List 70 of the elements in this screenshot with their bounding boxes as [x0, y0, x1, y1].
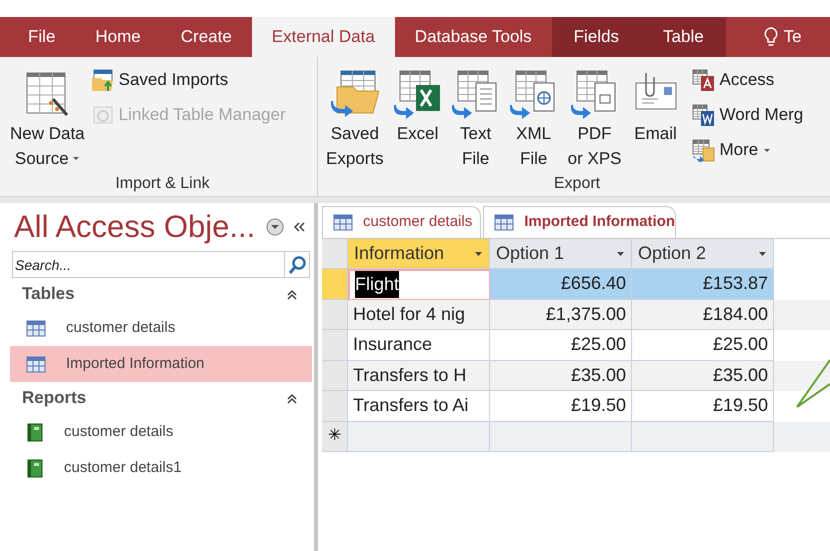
ribbon-tab[interactable]: Te [726, 17, 822, 57]
caret-icon [474, 250, 483, 258]
collapse-pane-icon [292, 220, 306, 234]
document-tab[interactable]: customer details [322, 206, 482, 238]
navigation-item[interactable]: customer details [10, 310, 312, 346]
new-record-cell[interactable] [348, 422, 490, 452]
more-formats-icon [692, 138, 714, 162]
access-export-icon [692, 68, 714, 92]
ribbon-button[interactable]: Excel [392, 67, 444, 172]
search-field[interactable]: Search... [12, 251, 284, 278]
ribbon-tab[interactable]: Fields [552, 17, 642, 57]
linked-table-icon [90, 104, 114, 126]
record-selector[interactable] [322, 360, 348, 391]
dropdown-circle-icon [266, 218, 284, 236]
record-selector[interactable] [322, 269, 348, 300]
navigation-item[interactable]: Imported Information [10, 346, 312, 382]
table-icon [333, 213, 353, 232]
record-selector[interactable] [322, 300, 348, 330]
table-icon [26, 318, 46, 338]
column-header[interactable]: Option 1 [490, 239, 632, 269]
ribbon-button[interactable]: Saved Imports [90, 67, 286, 93]
ribbon-tab[interactable]: External Data [252, 17, 395, 57]
ribbon-tab[interactable]: Create [160, 17, 252, 57]
navigation-item[interactable]: customer details1 [10, 450, 312, 486]
column-header[interactable]: Information [348, 239, 490, 269]
ribbon-button[interactable]: PDF or XPS [566, 67, 624, 172]
ribbon-tab[interactable]: Database Tools [394, 17, 552, 57]
document-tab[interactable]: Imported Information [483, 206, 676, 238]
ribbon-button[interactable]: XML File [508, 67, 560, 172]
ribbon-button[interactable]: New Data Source [8, 67, 87, 172]
column-header[interactable]: Option 2 [632, 239, 774, 269]
table-icon [494, 213, 514, 232]
search-icon [288, 256, 306, 274]
new-record-marker: ✳ [322, 422, 348, 452]
saved-exports-icon [330, 69, 379, 119]
ribbon-tab[interactable]: Home [75, 17, 161, 57]
navigation-item[interactable]: customer details [10, 414, 312, 450]
select-all-corner[interactable] [322, 239, 348, 269]
group-label: Export [552, 174, 602, 194]
table-cell[interactable]: Flight [348, 269, 490, 300]
excel-export-icon [394, 69, 442, 119]
record-selector[interactable] [322, 330, 348, 360]
ribbon-button[interactable]: Word Merg [692, 102, 804, 128]
caret-icon [758, 250, 767, 258]
pane-title: All Access Obje... [14, 208, 256, 246]
group-label: Import & Link [114, 174, 211, 194]
ribbon-button[interactable]: Access [692, 67, 804, 93]
ribbon-button[interactable]: Saved Exports [324, 67, 386, 172]
record-selector[interactable] [322, 391, 348, 422]
lightbulb-icon [764, 27, 778, 47]
group-header[interactable]: Reports [22, 385, 86, 411]
ribbon-button[interactable]: More [692, 137, 804, 163]
ribbon-tab[interactable]: Table [641, 17, 726, 57]
new-record-cell[interactable] [632, 422, 774, 452]
caret-icon [616, 250, 625, 258]
new-record-cell[interactable] [490, 422, 632, 452]
table-cell[interactable]: £656.40 [490, 269, 632, 300]
table-icon [26, 354, 46, 374]
report-icon [26, 458, 44, 478]
word-merge-icon [692, 104, 714, 126]
ribbon-button[interactable]: Text File [450, 67, 502, 172]
saved-imports-icon [90, 68, 114, 92]
ribbon-button[interactable]: Email [630, 67, 682, 172]
collapse-icon [286, 392, 298, 404]
ribbon-tab[interactable]: File [8, 17, 76, 57]
search-button[interactable] [284, 251, 310, 278]
table-cell[interactable]: £153.87 [632, 269, 774, 300]
report-icon [26, 422, 44, 442]
group-header[interactable]: Tables [22, 281, 75, 307]
collapse-icon [286, 288, 298, 300]
